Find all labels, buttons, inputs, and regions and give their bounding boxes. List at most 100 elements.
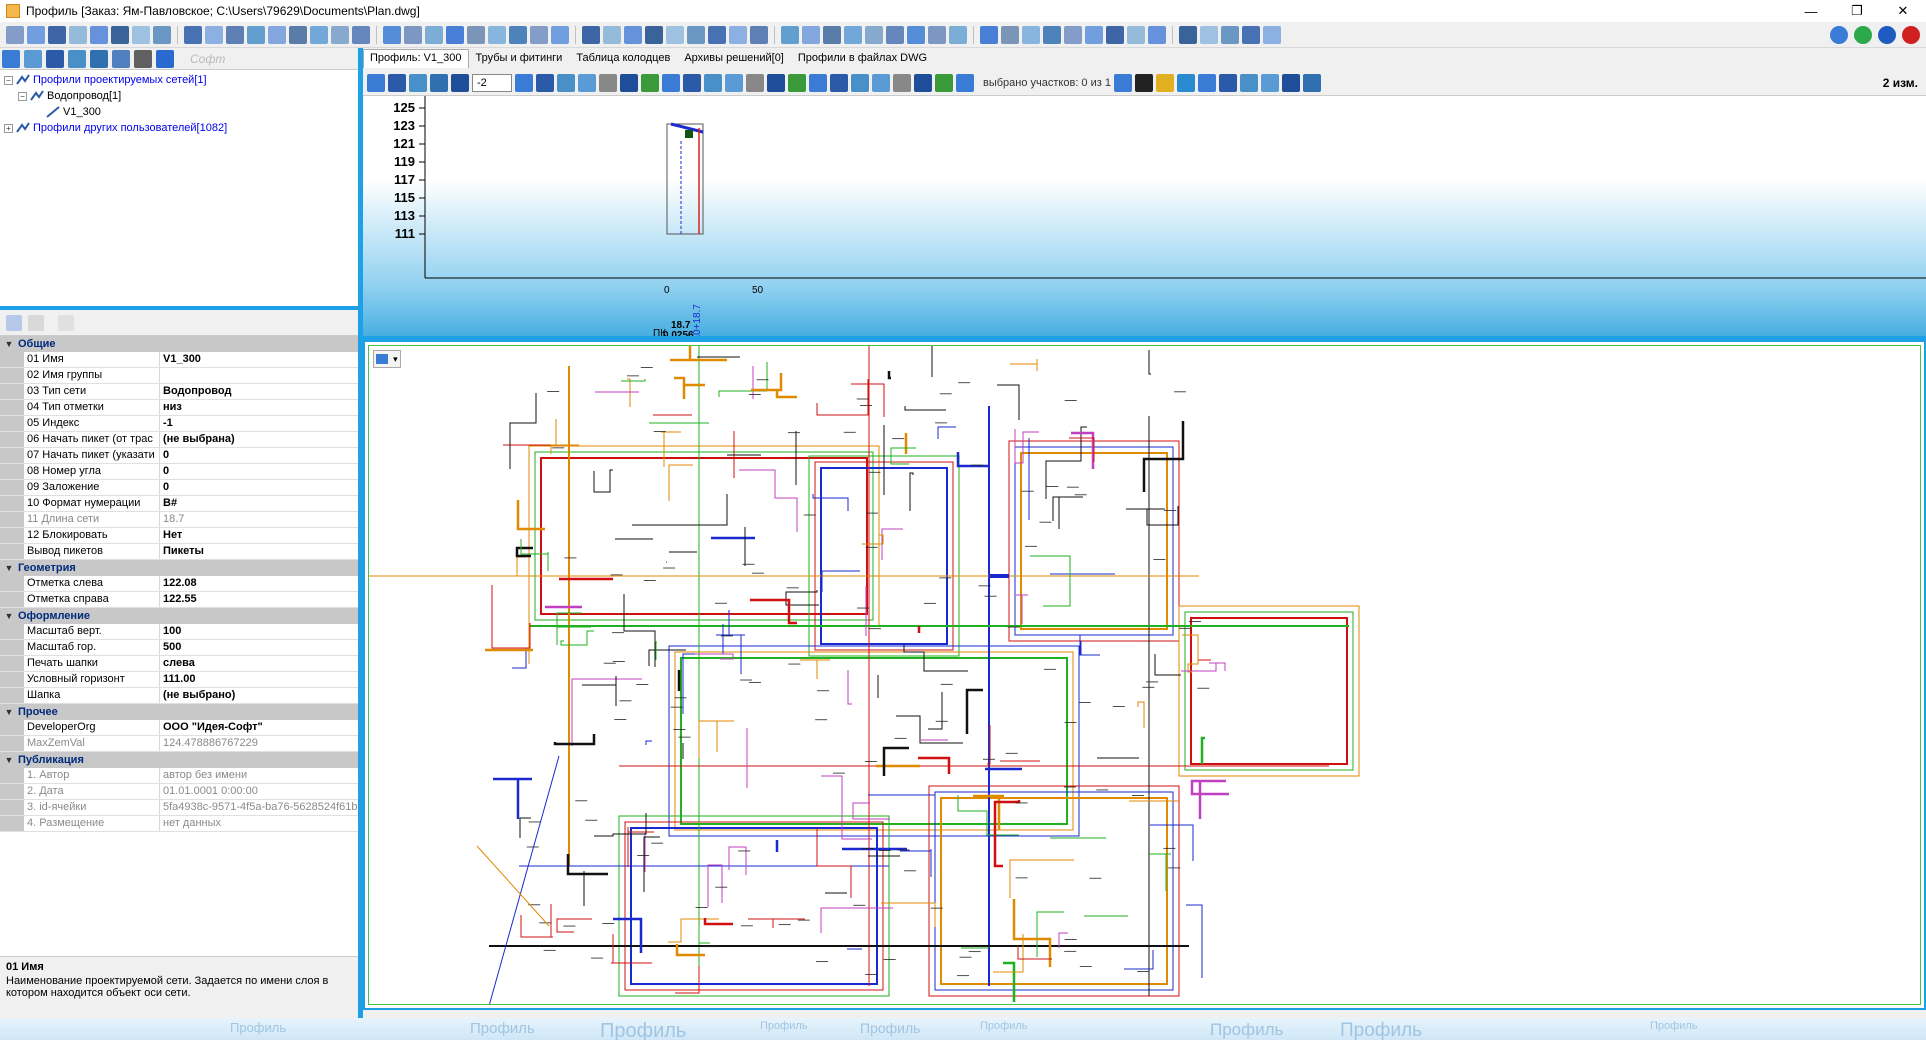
marker-icon[interactable] xyxy=(872,73,890,92)
property-value[interactable]: -1 xyxy=(160,416,362,431)
property-row[interactable]: 02 Имя группы xyxy=(0,368,362,384)
property-row[interactable]: Масштаб верт. 100 xyxy=(0,624,362,640)
property-row[interactable]: 04 Тип отметки низ xyxy=(0,400,362,416)
tab-3[interactable]: Архивы решений[0] xyxy=(677,49,791,68)
profile-icon[interactable] xyxy=(557,73,575,92)
merge-icon[interactable] xyxy=(1260,73,1279,92)
edit-icon[interactable] xyxy=(956,73,974,92)
property-category[interactable]: ▼ Геометрия xyxy=(0,560,362,576)
property-value[interactable]: (не выбрана) xyxy=(160,432,362,447)
keyboard-icon[interactable] xyxy=(134,49,152,68)
property-value[interactable]: 111.00 xyxy=(160,672,362,687)
swap-icon[interactable] xyxy=(1302,73,1321,92)
taskbar-item[interactable]: Профиль xyxy=(600,1020,686,1040)
view-icon[interactable] xyxy=(24,49,42,68)
table-icon[interactable] xyxy=(666,25,684,44)
taskbar-item[interactable]: Профиль xyxy=(1210,1020,1283,1040)
valve-icon[interactable] xyxy=(645,25,663,44)
tree-item-designed-networks[interactable]: − Профили проектируемых сетей[1] xyxy=(4,72,358,88)
property-row[interactable]: 01 Имя V1_300 xyxy=(0,352,362,368)
property-row[interactable]: 10 Формат нумерации B# xyxy=(0,496,362,512)
property-row[interactable]: 4. Размещение нет данных xyxy=(0,816,362,832)
network-icon[interactable] xyxy=(46,49,64,68)
taskbar-item[interactable]: Профиль xyxy=(1340,1020,1422,1040)
highlight-icon[interactable] xyxy=(809,73,827,92)
measure-icon[interactable] xyxy=(226,25,244,44)
draw-icon[interactable] xyxy=(599,73,617,92)
tab-4[interactable]: Профили в файлах DWG xyxy=(791,49,934,68)
grid-icon[interactable] xyxy=(1148,25,1166,44)
flip-icon[interactable] xyxy=(683,73,701,92)
settings-icon[interactable] xyxy=(68,49,86,68)
color-line-icon[interactable] xyxy=(1155,73,1174,92)
property-pages-icon[interactable] xyxy=(58,314,74,331)
collapse-icon[interactable]: ▼ xyxy=(0,707,18,717)
taskbar-item[interactable]: Профиль xyxy=(470,1020,535,1037)
node-icon[interactable] xyxy=(1200,25,1218,44)
tree-item-other-users[interactable]: + Профили других пользователей[1082] xyxy=(4,120,358,136)
chart-icon[interactable] xyxy=(935,73,953,92)
select-icon[interactable] xyxy=(27,25,45,44)
node-icon[interactable] xyxy=(488,25,506,44)
curve-icon[interactable] xyxy=(184,25,202,44)
export-icon[interactable] xyxy=(1043,25,1061,44)
property-row[interactable]: 11 Длина сети 18.7 xyxy=(0,512,362,528)
search-input[interactable]: Софт xyxy=(190,52,225,66)
taskbar-item[interactable]: Профиль xyxy=(760,1020,808,1032)
pipe-icon[interactable] xyxy=(949,25,967,44)
export-icon[interactable] xyxy=(331,25,349,44)
property-row[interactable]: Отметка справа 122.55 xyxy=(0,592,362,608)
property-value[interactable]: 0 xyxy=(160,480,362,495)
layers-menu-button[interactable]: ▾ xyxy=(373,350,401,368)
undo-icon[interactable] xyxy=(704,73,722,92)
scale-icon[interactable] xyxy=(1127,25,1145,44)
property-row[interactable]: Вывод пикетов Пикеты xyxy=(0,544,362,560)
layer-icon[interactable] xyxy=(1106,25,1124,44)
pipe-icon[interactable] xyxy=(409,73,427,92)
property-value[interactable]: (не выбрано) xyxy=(160,688,362,703)
tab-1[interactable]: Трубы и фитинги xyxy=(469,49,570,68)
fill-icon[interactable] xyxy=(620,73,638,92)
maximize-button[interactable]: ❐ xyxy=(1834,0,1880,22)
home-icon[interactable] xyxy=(352,25,370,44)
property-category[interactable]: ▼ Общие xyxy=(0,336,362,352)
scale-icon[interactable] xyxy=(914,73,932,92)
collapse-icon[interactable]: ▼ xyxy=(0,339,18,349)
collapse-icon[interactable]: ▼ xyxy=(0,755,18,765)
taskbar-item[interactable]: Профиль xyxy=(230,1020,286,1035)
well-icon[interactable] xyxy=(268,25,286,44)
collapse-icon[interactable]: − xyxy=(18,91,27,101)
export-icon[interactable] xyxy=(687,25,705,44)
snap-icon[interactable] xyxy=(1179,25,1197,44)
connect-icon[interactable] xyxy=(578,73,596,92)
property-value[interactable]: V1_300 xyxy=(160,352,362,367)
link-icon[interactable] xyxy=(865,25,883,44)
link-icon[interactable] xyxy=(1221,25,1239,44)
measure-icon[interactable] xyxy=(582,25,600,44)
collapse-icon[interactable]: ▼ xyxy=(0,563,18,573)
arrow-icon[interactable] xyxy=(205,25,223,44)
layer-icon[interactable] xyxy=(662,73,680,92)
property-value[interactable]: 122.08 xyxy=(160,576,362,591)
tree-item-water-supply[interactable]: − Водопровод[1] xyxy=(4,88,358,104)
column-icon[interactable] xyxy=(851,73,869,92)
property-value[interactable]: 0 xyxy=(160,464,362,479)
property-category[interactable]: ▼ Оформление xyxy=(0,608,362,624)
profile-view[interactable]: 125 123 121 119 117 115 113 111 0 50 ПК0+18.7 18.7 0… xyxy=(363,96,1926,340)
tab-0[interactable]: Профиль: V1_300 xyxy=(363,49,469,68)
select-icon[interactable] xyxy=(729,25,747,44)
well-icon[interactable] xyxy=(624,25,642,44)
property-row[interactable]: 2. Дата 01.01.0001 0:00:00 xyxy=(0,784,362,800)
redo-icon[interactable] xyxy=(725,73,743,92)
split-icon[interactable] xyxy=(1239,73,1258,92)
frame-icon[interactable] xyxy=(1134,73,1153,92)
property-row[interactable]: 07 Начать пикет (указати 0 xyxy=(0,448,362,464)
color-fill-icon[interactable] xyxy=(1176,73,1195,92)
valve-icon[interactable] xyxy=(1001,25,1019,44)
scale-icon[interactable] xyxy=(425,25,443,44)
curve-icon[interactable] xyxy=(530,25,548,44)
property-value[interactable]: Водопровод xyxy=(160,384,362,399)
layer-icon[interactable] xyxy=(48,25,66,44)
taskbar-item[interactable]: Профиль xyxy=(860,1020,920,1036)
curve-icon[interactable] xyxy=(886,25,904,44)
